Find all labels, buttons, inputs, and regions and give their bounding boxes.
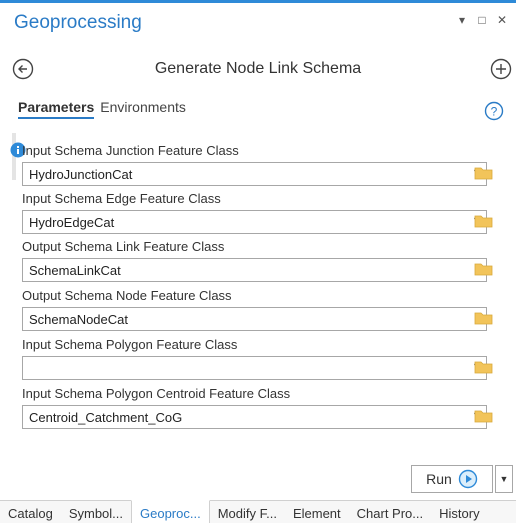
pane-options-icon[interactable]: ▾ bbox=[456, 13, 468, 27]
tab-element[interactable]: Element bbox=[285, 501, 349, 523]
folder-browse-icon[interactable] bbox=[474, 165, 494, 181]
run-play-icon bbox=[458, 469, 478, 489]
link-output[interactable]: SchemaLinkCat bbox=[22, 258, 487, 282]
tab-environments[interactable]: Environments bbox=[100, 99, 186, 119]
param-label: Output Schema Node Feature Class bbox=[22, 288, 232, 303]
param-edge: Input Schema Edge Feature Class HydroEdg… bbox=[22, 191, 490, 234]
pane-title: Geoprocessing bbox=[14, 12, 142, 33]
tab-chart-properties[interactable]: Chart Pro... bbox=[349, 501, 431, 523]
close-icon[interactable]: ✕ bbox=[496, 13, 508, 27]
param-centroid: Input Schema Polygon Centroid Feature Cl… bbox=[22, 386, 490, 429]
field-value: Centroid_Catchment_CoG bbox=[29, 410, 183, 425]
help-icon[interactable]: ? bbox=[484, 101, 504, 121]
tool-header: Generate Node Link Schema bbox=[0, 55, 516, 83]
chevron-down-icon: ▼ bbox=[499, 474, 509, 484]
node-output[interactable]: SchemaNodeCat bbox=[22, 307, 487, 331]
param-node: Output Schema Node Feature Class SchemaN… bbox=[22, 288, 490, 331]
window-buttons: ▾ □ ✕ bbox=[456, 13, 508, 27]
param-label: Input Schema Junction Feature Class bbox=[22, 143, 239, 158]
svg-text:?: ? bbox=[491, 105, 498, 119]
folder-browse-icon[interactable] bbox=[474, 261, 494, 277]
tab-symbology[interactable]: Symbol... bbox=[61, 501, 131, 523]
param-junction: Input Schema Junction Feature Class Hydr… bbox=[22, 143, 490, 186]
tool-tabs: Parameters Environments bbox=[18, 99, 186, 119]
folder-browse-icon[interactable] bbox=[474, 359, 494, 375]
geoprocessing-pane: Geoprocessing ▾ □ ✕ Generate Node Link S… bbox=[0, 0, 516, 523]
param-link: Output Schema Link Feature Class SchemaL… bbox=[22, 239, 490, 282]
tab-catalog[interactable]: Catalog bbox=[0, 501, 61, 523]
field-value: HydroEdgeCat bbox=[29, 215, 115, 230]
bottom-tab-bar: Catalog Symbol... Geoproc... Modify F...… bbox=[0, 500, 516, 523]
param-label: Input Schema Edge Feature Class bbox=[22, 191, 221, 206]
tab-modify-features[interactable]: Modify F... bbox=[210, 501, 285, 523]
add-to-favorites-icon[interactable] bbox=[490, 58, 512, 80]
param-label: Input Schema Polygon Feature Class bbox=[22, 337, 238, 352]
junction-input[interactable]: HydroJunctionCat ▼ bbox=[22, 162, 487, 186]
tab-geoprocessing[interactable]: Geoproc... bbox=[131, 500, 210, 523]
maximize-icon[interactable]: □ bbox=[476, 13, 488, 27]
pane-titlebar: Geoprocessing ▾ □ ✕ bbox=[0, 6, 516, 36]
edge-input[interactable]: HydroEdgeCat ▼ bbox=[22, 210, 487, 234]
param-label: Output Schema Link Feature Class bbox=[22, 239, 225, 254]
run-label: Run bbox=[426, 471, 452, 487]
tool-title: Generate Node Link Schema bbox=[154, 60, 362, 77]
centroid-input[interactable]: Centroid_Catchment_CoG ▼ bbox=[22, 405, 487, 429]
run-options-dropdown[interactable]: ▼ bbox=[495, 465, 513, 493]
folder-browse-icon[interactable] bbox=[474, 310, 494, 326]
param-label: Input Schema Polygon Centroid Feature Cl… bbox=[22, 386, 291, 401]
field-value: HydroJunctionCat bbox=[29, 167, 133, 182]
field-value: SchemaLinkCat bbox=[29, 263, 121, 278]
run-button[interactable]: Run bbox=[411, 465, 493, 493]
folder-browse-icon[interactable] bbox=[474, 213, 494, 229]
param-polygon: Input Schema Polygon Feature Class ▼ bbox=[22, 337, 490, 380]
polygon-input[interactable]: ▼ bbox=[22, 356, 487, 380]
folder-browse-icon[interactable] bbox=[474, 408, 494, 424]
tab-parameters[interactable]: Parameters bbox=[18, 99, 95, 119]
tab-history[interactable]: History bbox=[431, 501, 487, 523]
field-value: SchemaNodeCat bbox=[29, 312, 128, 327]
